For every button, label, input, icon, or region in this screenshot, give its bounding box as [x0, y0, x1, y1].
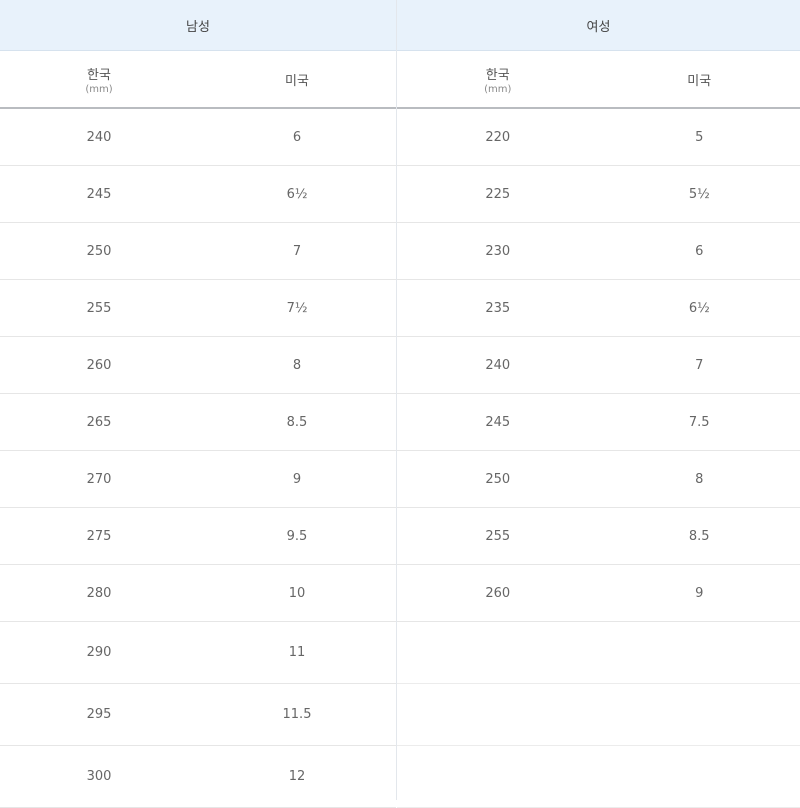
- table-row: 2457.5: [397, 394, 800, 451]
- table-row: 2406: [0, 109, 396, 166]
- men-subheader: 한국 (mm) 미국: [0, 51, 396, 109]
- us-size-cell: 8: [599, 472, 800, 487]
- korea-size-cell: 295: [0, 707, 198, 722]
- table-row: 29011: [0, 622, 396, 684]
- table-row: 2609: [397, 565, 800, 622]
- table-row: 2759.5: [0, 508, 396, 565]
- table-row: 2558.5: [397, 508, 800, 565]
- men-size-rows: 24062456½25072557½26082658.527092759.528…: [0, 109, 396, 808]
- us-size-cell: 11: [198, 645, 396, 660]
- korea-size-cell: 265: [0, 415, 198, 430]
- korea-unit-label: (mm): [484, 84, 511, 95]
- table-row: 2508: [397, 451, 800, 508]
- korea-size-cell: 300: [0, 769, 198, 784]
- us-size-cell: 12: [198, 769, 396, 784]
- korea-size-cell: 275: [0, 529, 198, 544]
- korea-size-cell: 230: [397, 244, 599, 259]
- table-row: 2709: [0, 451, 396, 508]
- size-chart-table: 남성 여성 한국 (mm) 미국 한국 (mm) 미국 24062456½250…: [0, 0, 800, 800]
- us-label: 미국: [285, 70, 309, 89]
- korea-unit-label: (mm): [85, 84, 112, 95]
- korea-size-cell: 250: [397, 472, 599, 487]
- us-size-cell: 6: [599, 244, 800, 259]
- korea-size-cell: 220: [397, 130, 599, 145]
- us-label: 미국: [687, 70, 711, 89]
- table-row: 2658.5: [0, 394, 396, 451]
- table-row: [397, 684, 800, 746]
- women-us-column-header: 미국: [599, 51, 800, 107]
- us-size-cell: 8.5: [599, 529, 800, 544]
- table-row: 28010: [0, 565, 396, 622]
- table-row: 2557½: [0, 280, 396, 337]
- women-subheader: 한국 (mm) 미국: [397, 51, 800, 109]
- korea-size-cell: 225: [397, 187, 599, 202]
- us-size-cell: 5½: [599, 187, 800, 202]
- table-row: 2255½: [397, 166, 800, 223]
- korea-size-cell: 240: [0, 130, 198, 145]
- men-header: 남성: [0, 0, 396, 51]
- table-row: 2456½: [0, 166, 396, 223]
- korea-size-cell: 260: [397, 586, 599, 601]
- table-row: [397, 746, 800, 808]
- us-size-cell: 6: [198, 130, 396, 145]
- us-size-cell: 6½: [198, 187, 396, 202]
- women-size-rows: 22052255½23062356½24072457.525082558.526…: [397, 109, 800, 808]
- us-size-cell: 8.5: [198, 415, 396, 430]
- korea-label: 한국: [87, 64, 111, 83]
- men-korea-column-header: 한국 (mm): [0, 51, 198, 107]
- korea-size-cell: 270: [0, 472, 198, 487]
- table-row: 2407: [397, 337, 800, 394]
- men-us-column-header: 미국: [198, 51, 396, 107]
- korea-size-cell: 255: [0, 301, 198, 316]
- us-size-cell: 10: [198, 586, 396, 601]
- table-row: 2205: [397, 109, 800, 166]
- us-size-cell: 8: [198, 358, 396, 373]
- table-row: 2356½: [397, 280, 800, 337]
- us-size-cell: 7½: [198, 301, 396, 316]
- korea-size-cell: 260: [0, 358, 198, 373]
- table-row: 30012: [0, 746, 396, 808]
- us-size-cell: 5: [599, 130, 800, 145]
- korea-label: 한국: [486, 64, 510, 83]
- us-size-cell: 7.5: [599, 415, 800, 430]
- korea-size-cell: 245: [397, 415, 599, 430]
- table-row: 29511.5: [0, 684, 396, 746]
- us-size-cell: 11.5: [198, 707, 396, 722]
- us-size-cell: 9: [599, 586, 800, 601]
- women-korea-column-header: 한국 (mm): [397, 51, 599, 107]
- table-row: 2306: [397, 223, 800, 280]
- korea-size-cell: 245: [0, 187, 198, 202]
- korea-size-cell: 280: [0, 586, 198, 601]
- women-header: 여성: [397, 0, 800, 51]
- korea-size-cell: 255: [397, 529, 599, 544]
- korea-size-cell: 290: [0, 645, 198, 660]
- us-size-cell: 9: [198, 472, 396, 487]
- korea-size-cell: 240: [397, 358, 599, 373]
- us-size-cell: 7: [198, 244, 396, 259]
- table-row: 2608: [0, 337, 396, 394]
- table-row: [397, 622, 800, 684]
- us-size-cell: 9.5: [198, 529, 396, 544]
- korea-size-cell: 250: [0, 244, 198, 259]
- us-size-cell: 6½: [599, 301, 800, 316]
- korea-size-cell: 235: [397, 301, 599, 316]
- us-size-cell: 7: [599, 358, 800, 373]
- table-row: 2507: [0, 223, 396, 280]
